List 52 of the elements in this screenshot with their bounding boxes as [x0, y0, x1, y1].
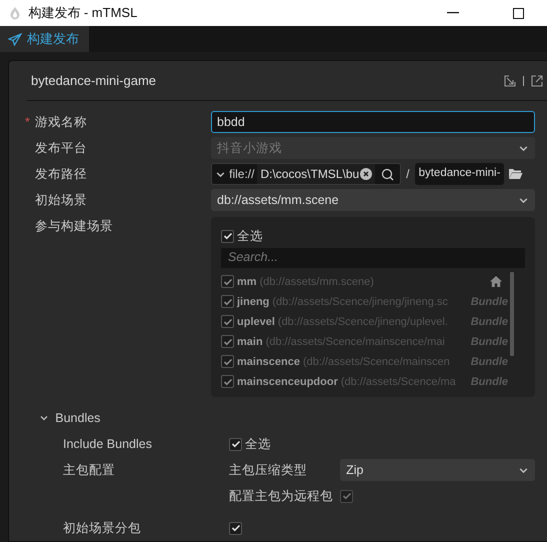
scrollbar[interactable] [510, 272, 514, 356]
checkbox-label: 全选 [237, 228, 264, 245]
scene-name: mm [237, 274, 257, 290]
checkbox[interactable] [229, 438, 242, 450]
field-label: 主包压缩类型 [229, 462, 308, 479]
field-label: 主包配置 [63, 462, 115, 479]
dropdown[interactable]: db://assets/mm.scene [211, 189, 535, 211]
bundle-tag: Bundle [470, 314, 508, 330]
field-label: 发布平台 [35, 140, 87, 157]
panel-title: bytedance-mini-game [30, 72, 156, 90]
maximize-icon[interactable] [513, 8, 524, 18]
scene-name: main [237, 334, 263, 350]
scene-name: mainscence [237, 354, 300, 370]
bundle-tag: Bundle [470, 294, 508, 310]
checkbox[interactable] [221, 275, 234, 288]
checkbox[interactable] [221, 230, 234, 243]
checkbox[interactable] [229, 522, 242, 534]
field-label: 初始场景分包 [63, 520, 141, 537]
checkbox[interactable] [221, 375, 234, 388]
path-separator: / [406, 166, 410, 183]
folder-name-field[interactable]: bytedance-mini- [414, 163, 504, 185]
section-title: Bundles [55, 410, 100, 427]
tab[interactable]: 构建发布 [0, 26, 89, 52]
field-label: 初始场景 [35, 192, 87, 209]
field-label: 发布路径 [35, 166, 87, 183]
required-mark: * [25, 114, 30, 131]
checkbox[interactable] [221, 295, 234, 308]
minimize-icon[interactable] [447, 12, 459, 14]
checkbox[interactable] [221, 335, 234, 348]
bundle-tag: Bundle [470, 374, 508, 390]
checkbox[interactable] [221, 315, 234, 328]
export-icon[interactable] [531, 74, 543, 86]
field-label: Include Bundles [63, 436, 152, 453]
import-icon[interactable] [504, 74, 516, 86]
chevron-down-icon[interactable] [39, 413, 49, 423]
window-title: 构建发布 - mTMSL [28, 4, 138, 22]
scene-name: uplevel [237, 314, 275, 330]
field-label: 参与构建场景 [35, 218, 113, 235]
dropdown[interactable]: Zip [340, 459, 535, 481]
field-label: 游戏名称 [35, 114, 87, 131]
scene-name: jineng [237, 294, 270, 310]
paper-plane-icon [8, 32, 22, 46]
bundle-tag: Bundle [470, 334, 508, 350]
checkbox[interactable] [221, 355, 234, 368]
folder-icon[interactable] [508, 168, 523, 180]
text-field[interactable]: bbdd [211, 111, 535, 133]
scene-name: mainscenceupdoor [237, 374, 338, 390]
app-icon [8, 6, 22, 20]
bundle-tag: Bundle [470, 354, 508, 370]
checkbox-label: 全选 [245, 436, 272, 453]
search-field[interactable]: Search... [221, 248, 525, 268]
field-label: 配置主包为远程包 [229, 488, 334, 505]
